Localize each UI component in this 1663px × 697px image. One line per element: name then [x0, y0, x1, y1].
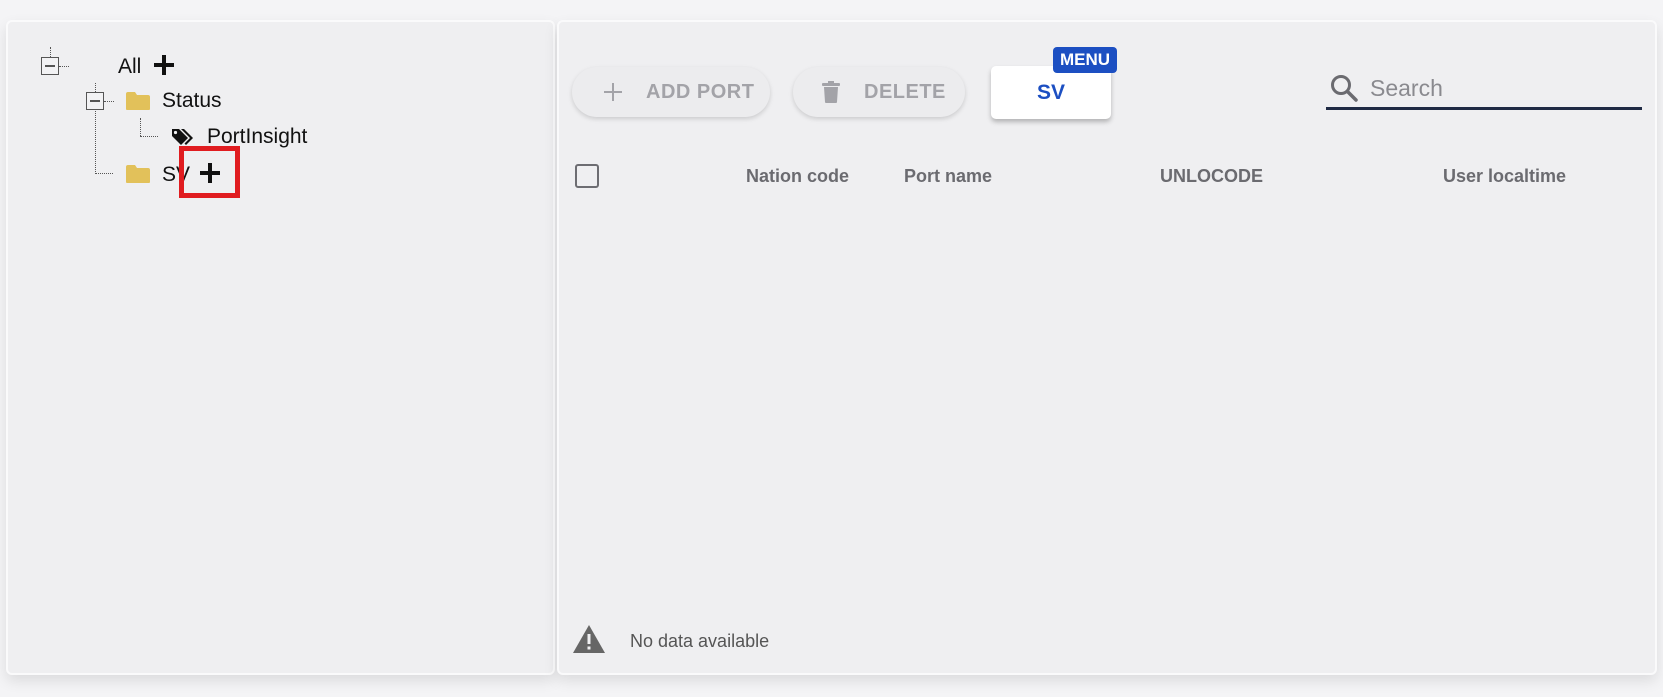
search-field[interactable] [1326, 68, 1642, 110]
search-icon [1331, 75, 1358, 102]
search-input[interactable] [1368, 70, 1632, 106]
folder-icon [126, 92, 150, 110]
column-header-unlocode[interactable]: UNLOCODE [1160, 166, 1263, 187]
plus-icon [604, 83, 622, 101]
tree-connector [140, 118, 141, 136]
tree-node-status-label[interactable]: Status [162, 89, 222, 113]
menu-badge: MENU [1053, 47, 1117, 73]
warning-icon [573, 625, 605, 653]
add-port-label: ADD PORT [646, 80, 755, 103]
add-node-all-icon[interactable] [154, 55, 174, 75]
column-header-port-name[interactable]: Port name [904, 166, 992, 187]
empty-table-message: No data available [630, 631, 770, 651]
delete-label: DELETE [864, 80, 946, 103]
tree-connector [95, 173, 113, 174]
trash-icon [822, 81, 840, 103]
add-port-button[interactable]: ADD PORT [572, 67, 770, 117]
tree-node-all-label[interactable]: All [118, 55, 141, 79]
tags-icon [172, 129, 193, 145]
collapse-toggle-status[interactable] [86, 92, 104, 110]
sv-menu-label: SV [1036, 80, 1065, 104]
add-node-sv-icon[interactable] [200, 163, 220, 183]
column-header-user-localtime[interactable]: User localtime [1443, 166, 1566, 187]
select-all-checkbox[interactable] [575, 164, 599, 188]
tree-panel [6, 20, 555, 675]
tree-connector [104, 101, 114, 102]
folder-icon [126, 165, 150, 183]
tree-connector [59, 66, 69, 67]
collapse-toggle-all[interactable] [41, 57, 59, 75]
delete-button[interactable]: DELETE [793, 67, 965, 117]
sv-menu-button[interactable]: SV [991, 66, 1111, 119]
column-header-nation-code[interactable]: Nation code [746, 166, 849, 187]
tree-connector [140, 136, 158, 137]
